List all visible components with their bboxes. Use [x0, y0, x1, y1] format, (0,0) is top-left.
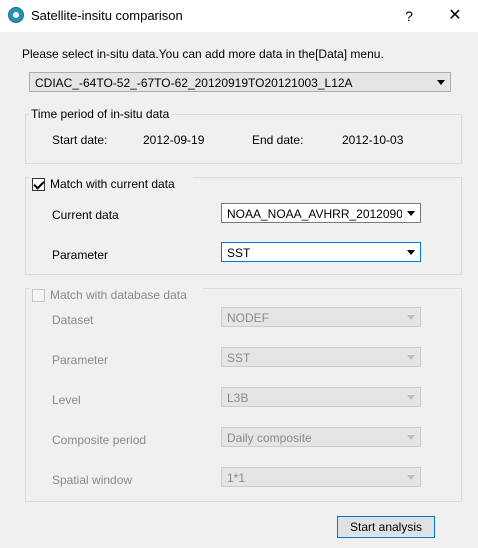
chevron-down-icon [407, 211, 415, 216]
dataset-select[interactable]: NODEF [221, 307, 421, 327]
insitu-instruction: Please select in-situ data.You can add m… [22, 47, 384, 61]
db-parameter-value: SST [227, 351, 251, 365]
composite-period-select[interactable]: Daily composite [221, 427, 421, 447]
time-period-group-title: Time period of in-situ data [29, 107, 172, 121]
insitu-data-select[interactable]: CDIAC_-64TO-52_-67TO-62_20120919TO201210… [29, 72, 451, 92]
chevron-down-icon [407, 475, 415, 480]
parameter-label: Parameter [52, 248, 109, 262]
current-data-label: Current data [52, 208, 119, 222]
match-current-label: Match with current data [50, 177, 175, 191]
level-select[interactable]: L3B [221, 387, 421, 407]
dataset-value: NODEF [227, 311, 269, 325]
help-button[interactable]: ? [398, 5, 420, 27]
current-data-value: NOAA_NOAA_AVHRR_20120901T( [227, 207, 402, 221]
dataset-label: Dataset [52, 313, 94, 327]
current-data-group-header: Match with current data [29, 177, 193, 193]
start-date-value: 2012-09-19 [143, 133, 205, 147]
chevron-down-icon [407, 435, 415, 440]
chevron-down-icon [407, 395, 415, 400]
level-value: L3B [227, 391, 249, 405]
parameter-value: SST [227, 246, 251, 260]
close-button[interactable]: ✕ [444, 5, 466, 27]
start-analysis-button[interactable]: Start analysis [337, 516, 435, 538]
satellite-app-icon [8, 7, 24, 23]
chevron-down-icon [437, 80, 445, 85]
end-date-label: End date: [252, 133, 304, 147]
spatial-window-label: Spatial window [52, 473, 133, 487]
start-date-label: Start date: [52, 133, 108, 147]
end-date-value: 2012-10-03 [342, 133, 404, 147]
window-title: Satellite-insitu comparison [31, 8, 183, 23]
current-data-select[interactable]: NOAA_NOAA_AVHRR_20120901T( [221, 203, 421, 223]
match-current-checkbox[interactable] [32, 178, 45, 191]
chevron-down-icon [407, 355, 415, 360]
database-data-group-header: Match with database data [29, 288, 203, 304]
chevron-down-icon [407, 250, 415, 255]
composite-period-label: Composite period [52, 433, 147, 447]
db-parameter-select[interactable]: SST [221, 347, 421, 367]
insitu-data-value: CDIAC_-64TO-52_-67TO-62_20120919TO201210… [35, 76, 353, 90]
parameter-select[interactable]: SST [221, 242, 421, 262]
spatial-window-select[interactable]: 1*1 [221, 467, 421, 487]
level-label: Level [52, 393, 81, 407]
chevron-down-icon [407, 315, 415, 320]
composite-period-value: Daily composite [227, 431, 312, 445]
match-database-label: Match with database data [50, 288, 187, 302]
match-database-checkbox[interactable] [32, 289, 45, 302]
title-bar: Satellite-insitu comparison ? ✕ [0, 0, 478, 32]
db-parameter-label: Parameter [52, 353, 109, 367]
spatial-window-value: 1*1 [227, 471, 246, 485]
